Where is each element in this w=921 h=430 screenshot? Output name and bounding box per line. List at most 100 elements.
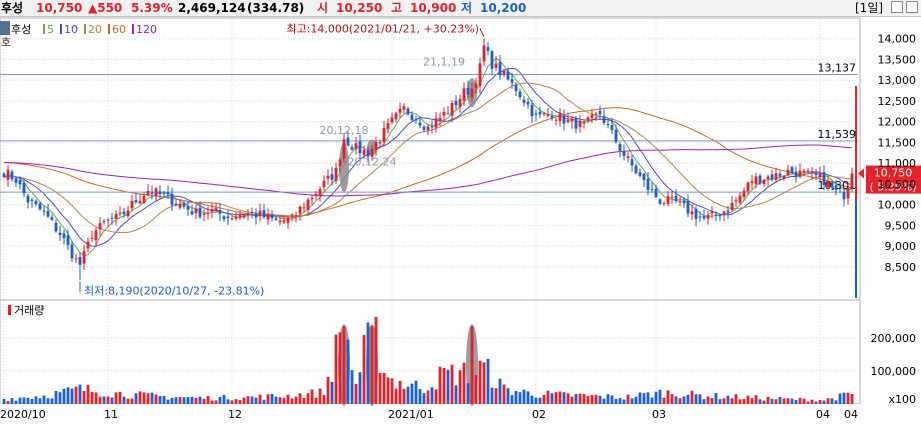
volume-bar	[746, 395, 750, 404]
volume-bar	[526, 391, 530, 404]
candle-body	[454, 100, 458, 106]
candle-body	[326, 175, 330, 179]
candle-body	[746, 182, 750, 192]
volume-bar	[678, 398, 682, 404]
volume-bar	[814, 401, 818, 404]
volume-bar	[74, 386, 78, 404]
candle-body	[54, 222, 58, 232]
candle-body	[342, 139, 346, 159]
candle-body	[142, 195, 146, 203]
volume-bar	[690, 390, 694, 404]
volume-bar	[138, 391, 142, 404]
candle-body	[534, 113, 538, 115]
volume-bar	[822, 400, 826, 404]
volume-bar	[554, 392, 558, 404]
volume-bar	[638, 392, 642, 404]
volume-bar	[786, 398, 790, 404]
candle-body	[434, 118, 438, 128]
volume-bar	[302, 397, 306, 404]
candle-body	[314, 194, 318, 197]
candle-body	[406, 108, 410, 115]
candle-body	[586, 117, 590, 121]
volume-bar	[734, 394, 738, 404]
candle-body	[694, 208, 698, 219]
volume-bar	[534, 397, 538, 404]
volume-bar	[198, 396, 202, 404]
candle-body	[478, 63, 482, 87]
volume-bar	[446, 369, 450, 404]
volume-bar	[702, 399, 706, 404]
left-tab-marker[interactable]	[0, 21, 10, 35]
candle-body	[774, 173, 778, 180]
candle-body	[842, 191, 846, 200]
candle-body	[114, 214, 118, 219]
candle-body	[782, 175, 786, 179]
volume-bar	[310, 389, 314, 404]
volume-bar	[694, 394, 698, 404]
volume-bar	[522, 389, 526, 404]
volume-bar	[834, 400, 838, 404]
price-tick-label: 11,500	[878, 136, 917, 149]
highlight-date-label: 21,1,19	[423, 56, 465, 69]
candle-body	[162, 192, 166, 194]
candle-body	[810, 171, 814, 173]
volume-bar	[806, 401, 810, 404]
volume-bar	[214, 400, 218, 404]
price-volume-chart[interactable]: 13,13711,53910,301 10,750( 5.39%)최고:14,0…	[0, 0, 921, 430]
volume-bar	[350, 370, 354, 404]
candle-body	[614, 129, 618, 143]
candle-body	[846, 187, 850, 199]
candle-body	[538, 111, 542, 115]
candle-body	[598, 110, 602, 115]
candle-body	[770, 174, 774, 180]
volume-bar	[502, 384, 506, 404]
candle-body	[34, 200, 38, 204]
candle-body	[654, 188, 658, 198]
volume-bar	[670, 394, 674, 404]
volume-bar	[262, 399, 266, 404]
price-tick-label: 13,000	[878, 74, 917, 87]
candle-body	[394, 113, 398, 120]
candle-body	[246, 213, 250, 215]
candle-body	[42, 210, 46, 212]
candle-body	[66, 235, 70, 245]
x-axis-pane	[0, 404, 921, 430]
candle-body	[234, 216, 238, 219]
volume-bar	[242, 397, 246, 404]
volume-bar	[374, 317, 378, 404]
volume-bar	[238, 400, 242, 404]
date-tick-label: 02	[532, 408, 546, 421]
candle-body	[78, 256, 82, 265]
volume-bar	[458, 370, 462, 404]
volume-bar	[122, 396, 126, 404]
candle-body	[526, 101, 530, 105]
candle-body	[226, 216, 230, 219]
volume-bar	[506, 388, 510, 404]
volume-bar	[614, 398, 618, 404]
candle-body	[230, 218, 234, 220]
volume-bar	[826, 398, 830, 404]
volume-bar	[378, 372, 382, 404]
volume-bar	[846, 392, 850, 404]
candle-body	[50, 217, 54, 220]
candle-body	[270, 214, 274, 219]
candle-body	[138, 200, 142, 204]
date-tick-label: 12	[228, 408, 242, 421]
volume-bar	[410, 383, 414, 404]
volume-bar	[218, 396, 222, 404]
volume-bar	[382, 372, 386, 404]
candle-body	[58, 232, 62, 236]
reference-line-label: 13,137	[818, 62, 857, 75]
price-tick-label: 9,000	[885, 240, 917, 253]
candle-body	[818, 173, 822, 178]
legend-label: 5	[47, 23, 54, 36]
candle-body	[158, 191, 162, 195]
volume-bar	[2, 398, 6, 404]
volume-bar	[318, 388, 322, 404]
candle-body	[458, 98, 462, 107]
volume-bar	[414, 380, 418, 404]
candle-body	[298, 206, 302, 214]
candle-body	[106, 219, 110, 221]
volume-bar	[766, 396, 770, 404]
candle-body	[18, 180, 22, 185]
